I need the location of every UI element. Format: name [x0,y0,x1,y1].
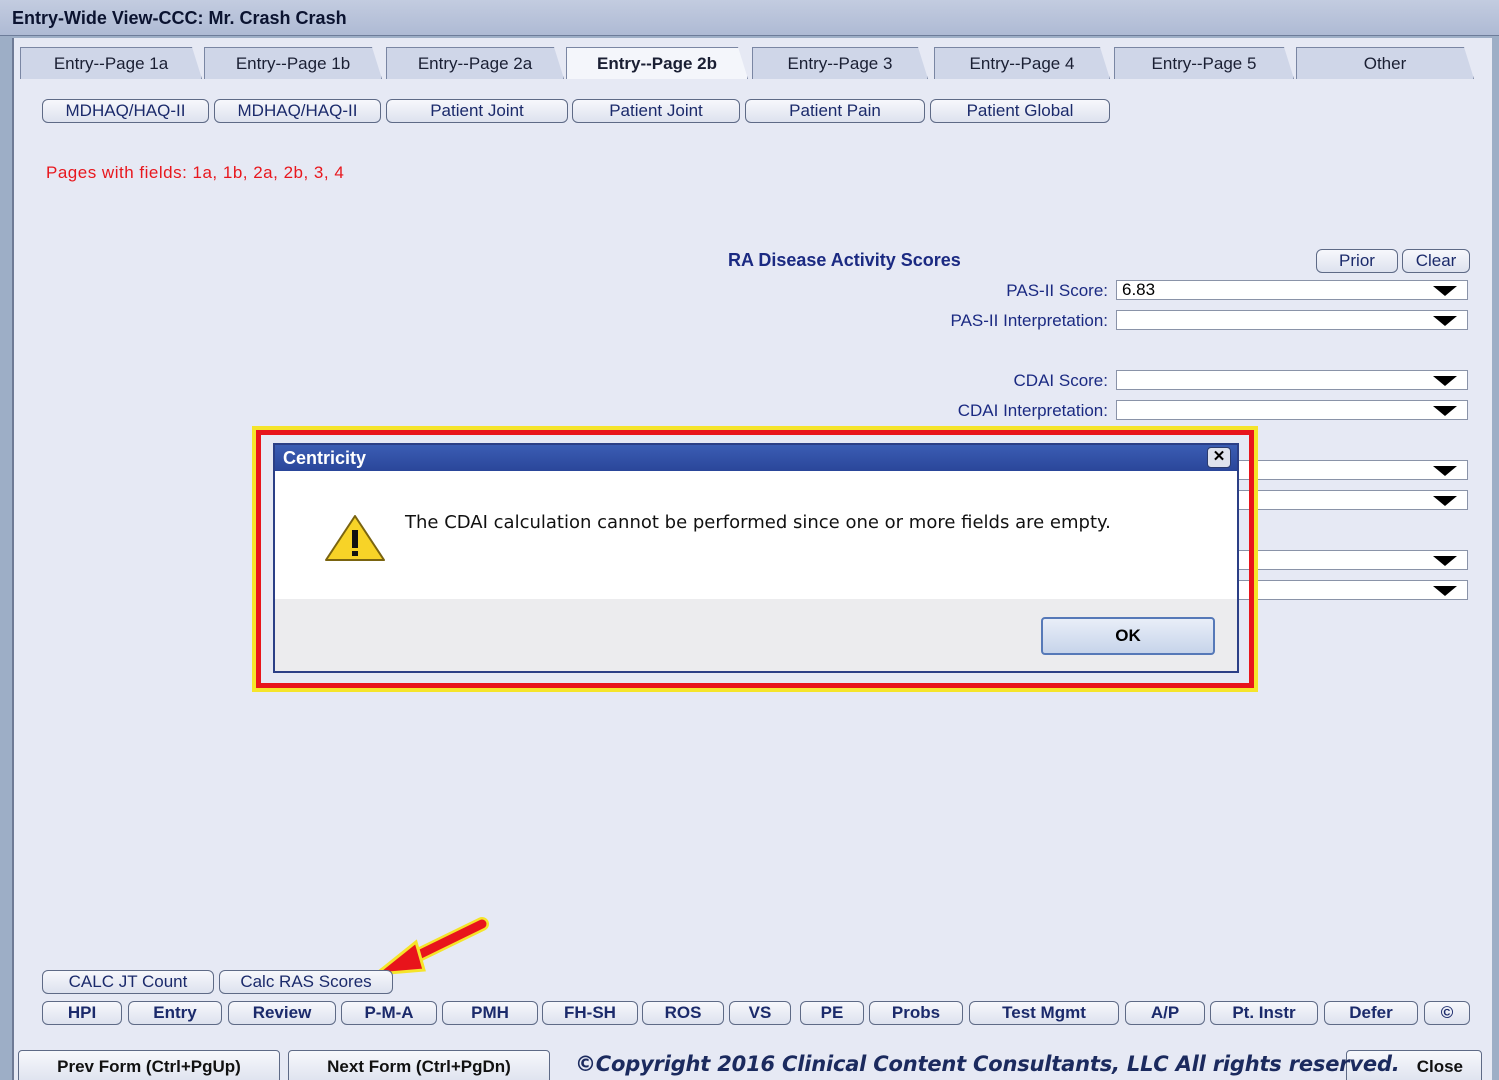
tab-entry-page-1b[interactable]: Entry--Page 1b [204,47,382,79]
cdai-score-field[interactable] [1116,370,1468,390]
nav-hpi-button[interactable]: HPI [42,1001,122,1025]
patient-joint-button-1[interactable]: Patient Joint [386,99,568,123]
nav-pt-instr-button[interactable]: Pt. Instr [1210,1001,1318,1025]
calc-ras-scores-button[interactable]: Calc RAS Scores [219,970,393,994]
nav-copyright-button[interactable]: © [1424,1001,1470,1025]
clear-button[interactable]: Clear [1402,249,1470,273]
dialog-title: Centricity ✕ [275,445,1237,471]
dialog-title-text: Centricity [283,448,367,468]
tab-entry-page-2a[interactable]: Entry--Page 2a [386,47,564,79]
pas-interpretation-field[interactable] [1116,310,1468,330]
dialog-body: The CDAI calculation cannot be performed… [275,471,1237,599]
warning-icon [325,515,385,561]
nav-fh-sh-button[interactable]: FH-SH [542,1001,638,1025]
nav-probs-button[interactable]: Probs [869,1001,963,1025]
chevron-down-icon[interactable] [1433,286,1457,296]
nav-test-mgmt-button[interactable]: Test Mgmt [969,1001,1119,1025]
nav-pma-button[interactable]: P-M-A [341,1001,437,1025]
prior-button[interactable]: Prior [1316,249,1398,273]
tab-entry-page-1a[interactable]: Entry--Page 1a [20,47,202,79]
ok-button[interactable]: OK [1041,617,1215,655]
nav-ros-button[interactable]: ROS [642,1001,724,1025]
pas-score-label: PAS-II Score: [1006,281,1108,300]
cdai-interpretation-label: CDAI Interpretation: [957,401,1108,420]
tab-entry-page-4[interactable]: Entry--Page 4 [934,47,1110,79]
pas-interpretation-label: PAS-II Interpretation: [950,311,1108,330]
nav-pe-button[interactable]: PE [800,1001,864,1025]
cdai-interpretation-field[interactable] [1116,400,1468,420]
cdai-score-label: CDAI Score: [1013,371,1108,390]
chevron-down-icon[interactable] [1433,406,1457,416]
calc-jt-count-button[interactable]: CALC JT Count [42,970,214,994]
centricity-dialog: Centricity ✕ The CDAI calculation cannot… [273,443,1239,673]
mdhaq-button-1[interactable]: MDHAQ/HAQ-II [42,99,209,123]
tab-other[interactable]: Other [1296,47,1474,79]
nav-vs-button[interactable]: VS [729,1001,791,1025]
nav-pmh-button[interactable]: PMH [442,1001,538,1025]
chevron-down-icon[interactable] [1433,376,1457,386]
ra-scores-title: RA Disease Activity Scores [728,250,961,270]
nav-ap-button[interactable]: A/P [1125,1001,1205,1025]
patient-global-button[interactable]: Patient Global [930,99,1110,123]
dialog-footer: OK [275,599,1237,671]
pages-with-fields-note: Pages with fields: 1a, 1b, 2a, 2b, 3, 4 [46,163,345,182]
tab-entry-page-3[interactable]: Entry--Page 3 [752,47,928,79]
copyright-notice: ©Copyright 2016 Clinical Content Consult… [575,1052,1400,1076]
nav-review-button[interactable]: Review [228,1001,336,1025]
dialog-message: The CDAI calculation cannot be performed… [405,512,1111,533]
close-icon[interactable]: ✕ [1207,447,1231,468]
pas-score-field[interactable]: 6.83 [1116,280,1468,300]
window-title: Entry-Wide View-CCC: Mr. Crash Crash [0,0,1499,36]
patient-joint-button-2[interactable]: Patient Joint [572,99,740,123]
tab-entry-page-2b[interactable]: Entry--Page 2b [566,47,748,79]
chevron-down-icon[interactable] [1433,496,1457,506]
chevron-down-icon[interactable] [1433,586,1457,596]
nav-defer-button[interactable]: Defer [1324,1001,1418,1025]
prev-form-button[interactable]: Prev Form (Ctrl+PgUp) [18,1050,280,1080]
chevron-down-icon[interactable] [1433,316,1457,326]
tab-entry-page-5[interactable]: Entry--Page 5 [1114,47,1294,79]
nav-entry-button[interactable]: Entry [128,1001,222,1025]
chevron-down-icon[interactable] [1433,556,1457,566]
mdhaq-button-2[interactable]: MDHAQ/HAQ-II [214,99,381,123]
next-form-button[interactable]: Next Form (Ctrl+PgDn) [288,1050,550,1080]
chevron-down-icon[interactable] [1433,466,1457,476]
pas-score-value: 6.83 [1122,280,1156,299]
patient-pain-button[interactable]: Patient Pain [745,99,925,123]
